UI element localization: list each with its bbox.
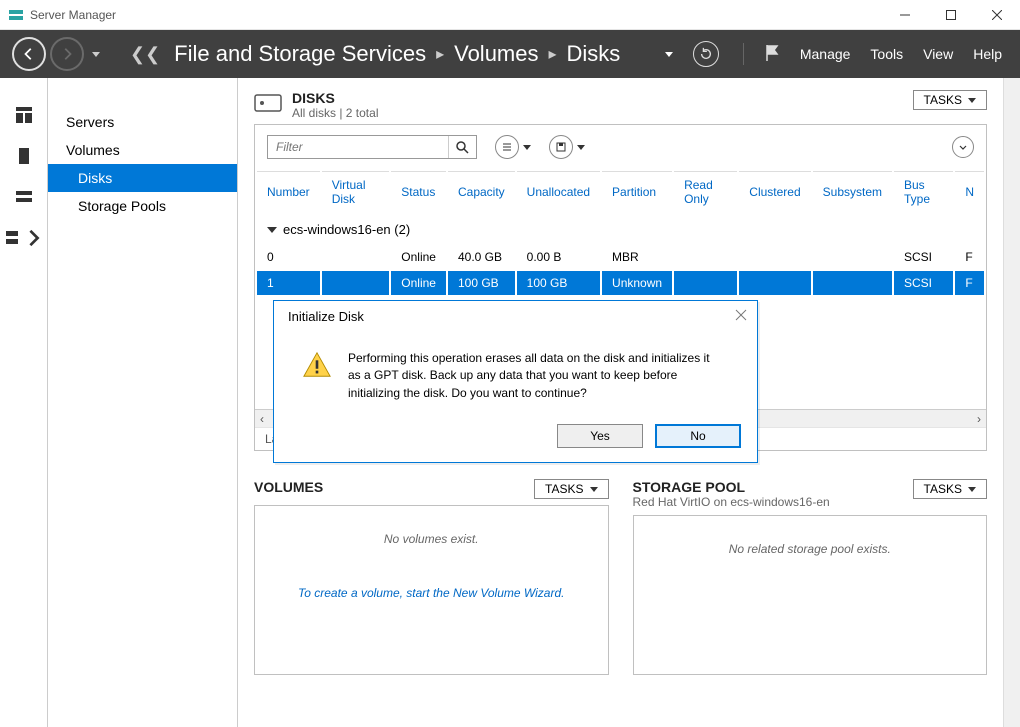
col-status[interactable]: Status	[391, 171, 446, 212]
menu-tools[interactable]: Tools	[870, 46, 903, 62]
volumes-empty-text: No volumes exist.	[255, 532, 608, 546]
col-bus-type[interactable]: Bus Type	[894, 171, 953, 212]
storage-empty-text: No related storage pool exists.	[634, 542, 987, 556]
chevron-right-icon: ▸	[436, 44, 444, 64]
dashboard-icon[interactable]	[15, 106, 33, 127]
new-volume-wizard-link[interactable]: To create a volume, start the New Volume…	[255, 586, 608, 600]
window-maximize-button[interactable]	[928, 0, 974, 30]
sidebar-item-storage-pools[interactable]: Storage Pools	[48, 192, 237, 220]
table-row[interactable]: 0 Online 40.0 GB 0.00 B MBR SCSI F	[257, 245, 984, 269]
col-virtual-disk[interactable]: Virtual Disk	[322, 171, 390, 212]
scroll-right-icon[interactable]: ›	[972, 412, 986, 426]
icon-sidebar	[0, 78, 48, 727]
disks-title: DISKS	[292, 90, 378, 106]
disks-icon	[254, 90, 282, 117]
storage-pool-subtitle: Red Hat VirtIO on ecs-windows16-en	[633, 495, 905, 509]
storage-tasks-dropdown[interactable]: TASKS	[913, 479, 987, 499]
app-icon	[8, 7, 24, 23]
nav-history-dropdown[interactable]	[92, 52, 100, 57]
separator	[743, 43, 744, 65]
nav-list: Servers Volumes Disks Storage Pools	[48, 78, 238, 727]
scroll-left-icon[interactable]: ‹	[255, 412, 269, 426]
disks-subtitle: All disks | 2 total	[292, 106, 378, 120]
breadcrumb-dropdown[interactable]	[665, 52, 673, 57]
titlebar: Server Manager	[0, 0, 1020, 30]
filter-field[interactable]	[267, 135, 477, 159]
dialog-no-button[interactable]: No	[655, 424, 741, 448]
nav-forward-button[interactable]	[50, 37, 84, 71]
menu-view[interactable]: View	[923, 46, 953, 62]
navbar: ❮❮ File and Storage Services ▸ Volumes ▸…	[0, 30, 1020, 78]
volumes-title: VOLUMES	[254, 479, 526, 495]
col-n[interactable]: N	[955, 171, 984, 212]
col-read-only[interactable]: Read Only	[674, 171, 737, 212]
file-storage-icon[interactable]	[5, 229, 43, 247]
chevron-right-icon: ▸	[549, 44, 557, 64]
disks-tasks-dropdown[interactable]: TASKS	[913, 90, 987, 110]
dialog-close-button[interactable]	[735, 309, 747, 324]
col-partition[interactable]: Partition	[602, 171, 672, 212]
col-capacity[interactable]: Capacity	[448, 171, 515, 212]
menu-manage[interactable]: Manage	[800, 46, 851, 62]
dialog-title: Initialize Disk	[288, 309, 364, 324]
initialize-disk-dialog: Initialize Disk Performing this operatio…	[273, 300, 758, 463]
search-icon[interactable]	[448, 136, 476, 158]
dialog-yes-button[interactable]: Yes	[557, 424, 643, 448]
vertical-scrollbar[interactable]	[1003, 78, 1020, 727]
flag-icon[interactable]	[764, 44, 780, 65]
storage-pool-title: STORAGE POOL	[633, 479, 905, 495]
refresh-icon[interactable]	[693, 41, 723, 67]
group-row[interactable]: ecs-windows16-en (2)	[257, 214, 984, 243]
col-number[interactable]: Number	[257, 171, 320, 212]
sidebar-item-volumes[interactable]: Volumes	[48, 136, 237, 164]
filter-input[interactable]	[268, 137, 448, 157]
sidebar-item-servers[interactable]: Servers	[48, 108, 237, 136]
breadcrumb: ❮❮ File and Storage Services ▸ Volumes ▸…	[130, 41, 661, 67]
breadcrumb-item-2[interactable]: Volumes	[454, 41, 538, 67]
breadcrumb-item-1[interactable]: File and Storage Services	[174, 41, 426, 67]
breadcrumb-prev-icon[interactable]: ❮❮	[130, 44, 160, 65]
app-title: Server Manager	[30, 8, 116, 22]
breadcrumb-item-3[interactable]: Disks	[567, 41, 621, 67]
warning-icon	[302, 350, 332, 402]
view-options-dropdown[interactable]	[495, 135, 531, 159]
expand-chevron-icon[interactable]	[952, 136, 974, 158]
collapse-icon[interactable]	[267, 227, 277, 233]
col-clustered[interactable]: Clustered	[739, 171, 810, 212]
window-minimize-button[interactable]	[882, 0, 928, 30]
table-row[interactable]: 1 Online 100 GB 100 GB Unknown SCSI F	[257, 271, 984, 295]
save-options-dropdown[interactable]	[549, 135, 585, 159]
sidebar-item-disks[interactable]: Disks	[48, 164, 237, 192]
col-subsystem[interactable]: Subsystem	[813, 171, 892, 212]
all-servers-icon[interactable]	[15, 188, 33, 209]
menu-help[interactable]: Help	[973, 46, 1002, 62]
local-server-icon[interactable]	[15, 147, 33, 168]
dialog-message: Performing this operation erases all dat…	[348, 350, 718, 402]
volumes-tasks-dropdown[interactable]: TASKS	[534, 479, 608, 499]
nav-back-button[interactable]	[12, 37, 46, 71]
col-unallocated[interactable]: Unallocated	[517, 171, 600, 212]
window-close-button[interactable]	[974, 0, 1020, 30]
